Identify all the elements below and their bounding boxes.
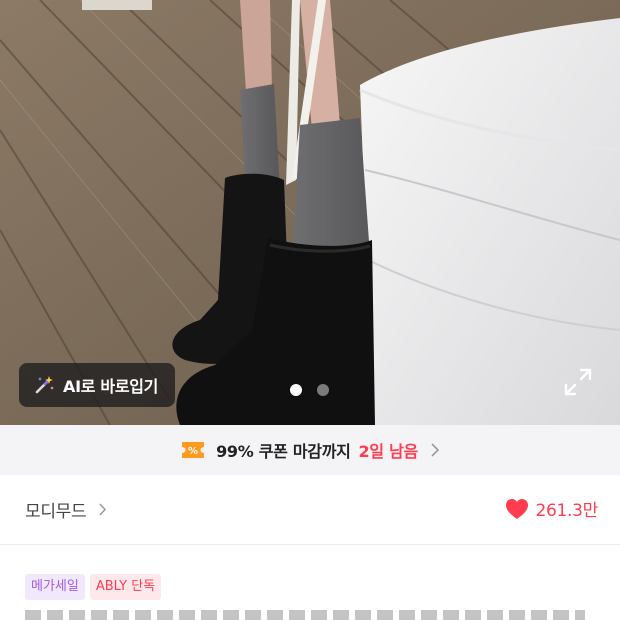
like-button[interactable]: 261.3만 (505, 496, 598, 521)
chevron-right-icon (99, 503, 107, 516)
coupon-icon: % (182, 442, 205, 458)
svg-text:%: % (188, 446, 198, 457)
product-tags: 메가세일 ABLY 단독 (25, 574, 162, 600)
coupon-deadline-banner[interactable]: % 99% 쿠폰 마감까지 2일 남음 (0, 425, 620, 475)
tag-ably-exclusive: ABLY 단독 (89, 574, 162, 600)
like-count: 261.3만 (535, 501, 598, 521)
ai-try-on-button[interactable]: AI로 바로입기 (19, 363, 175, 407)
store-row: 모디무드 261.3만 (0, 475, 620, 545)
heart-icon (506, 498, 529, 519)
product-image-carousel[interactable]: AI로 바로입기 (0, 0, 620, 425)
product-photo (0, 0, 620, 425)
store-link[interactable]: 모디무드 (25, 497, 107, 522)
expand-icon[interactable] (562, 366, 594, 398)
carousel-indicator (290, 384, 329, 396)
coupon-text: 99% 쿠폰 마감까지 (216, 442, 351, 461)
tag-mega-sale: 메가세일 (25, 574, 85, 600)
product-detail-page: AI로 바로입기 % 99% 쿠폰 마감까지 2일 남음 모디무드 261.3만… (0, 0, 620, 620)
carousel-dot-active[interactable] (290, 384, 302, 396)
store-name: 모디무드 (25, 502, 87, 522)
coupon-days-left: 2일 남음 (358, 442, 419, 461)
ai-try-on-label: AI로 바로입기 (63, 377, 159, 396)
carousel-dot[interactable] (317, 384, 329, 396)
magic-wand-icon (35, 376, 54, 394)
chevron-right-icon (431, 443, 440, 457)
product-title-cutoff (25, 610, 585, 620)
